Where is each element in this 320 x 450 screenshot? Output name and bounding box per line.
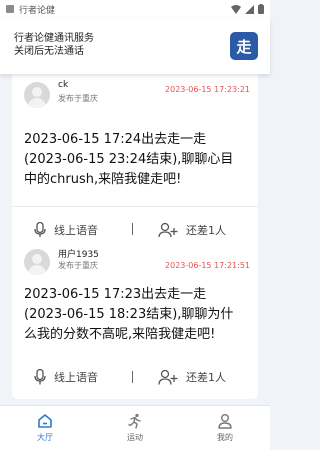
- home-icon: [38, 414, 52, 428]
- join-walk-label: 还差1人: [186, 224, 226, 237]
- location: 发布于重庆: [58, 261, 98, 270]
- notification-banner[interactable]: 行者论健通讯服务 关闭后无法通话 走: [0, 18, 270, 74]
- avatar[interactable]: [24, 82, 50, 108]
- bottom-tab-bar: 大厅 运动 我的: [0, 405, 270, 450]
- app-logo-icon: 走: [230, 32, 258, 60]
- status-bar: 行者论健: [0, 0, 270, 18]
- voice-call-label: 线上语音: [54, 371, 98, 384]
- microphone-icon: [34, 222, 46, 238]
- notification-title: 行者论健通讯服务: [14, 33, 94, 44]
- tab-sport-label: 运动: [127, 433, 143, 442]
- tab-sport[interactable]: 运动: [90, 406, 180, 450]
- tab-mine[interactable]: 我的: [180, 406, 270, 450]
- battery-icon: [258, 4, 264, 14]
- action-divider: [132, 371, 133, 383]
- join-walk-button[interactable]: 还差1人: [158, 222, 226, 238]
- walk-invite-card[interactable]: ck 发布于重庆 2023-06-15 17:23:21 2023-06-15 …: [12, 70, 258, 253]
- post-time: 2023-06-15 17:21:51: [165, 261, 250, 270]
- username: 用户1935: [58, 250, 99, 260]
- tab-mine-label: 我的: [217, 433, 233, 442]
- app-indicator-icon: [6, 5, 14, 13]
- action-divider: [132, 223, 133, 235]
- wifi-icon: [231, 4, 241, 14]
- app-logo-text: 走: [236, 37, 252, 56]
- post-time: 2023-06-15 17:23:21: [165, 85, 250, 94]
- walk-invite-card[interactable]: 用户1935 发布于重庆 2023-06-15 17:21:51 2023-06…: [12, 237, 258, 399]
- signal-icon: [245, 4, 254, 14]
- voice-call-label: 线上语音: [54, 224, 98, 237]
- join-walk-label: 还差1人: [186, 371, 226, 384]
- status-app-name: 行者论健: [19, 5, 56, 16]
- tab-hall[interactable]: 大厅: [0, 406, 90, 450]
- invite-message: 2023-06-15 17:24出去走一走(2023-06-15 23:24结束…: [24, 132, 234, 187]
- voice-call-button[interactable]: 线上语音: [34, 222, 98, 238]
- user-icon: [218, 414, 232, 429]
- add-user-icon: [158, 369, 178, 385]
- location: 发布于重庆: [58, 94, 98, 103]
- join-walk-button[interactable]: 还差1人: [158, 369, 226, 385]
- running-icon: [128, 413, 141, 429]
- invite-message: 2023-06-15 17:23出去走一走(2023-06-15 18:23结束…: [24, 287, 234, 342]
- status-icons: [231, 4, 264, 14]
- username: ck: [58, 80, 69, 90]
- voice-call-button[interactable]: 线上语音: [34, 369, 98, 385]
- notification-subtitle: 关闭后无法通话: [14, 46, 84, 57]
- tab-hall-label: 大厅: [37, 433, 53, 442]
- microphone-icon: [34, 369, 46, 385]
- avatar[interactable]: [24, 249, 50, 275]
- card-actions: 线上语音 还差1人: [12, 355, 258, 399]
- add-user-icon: [158, 222, 178, 238]
